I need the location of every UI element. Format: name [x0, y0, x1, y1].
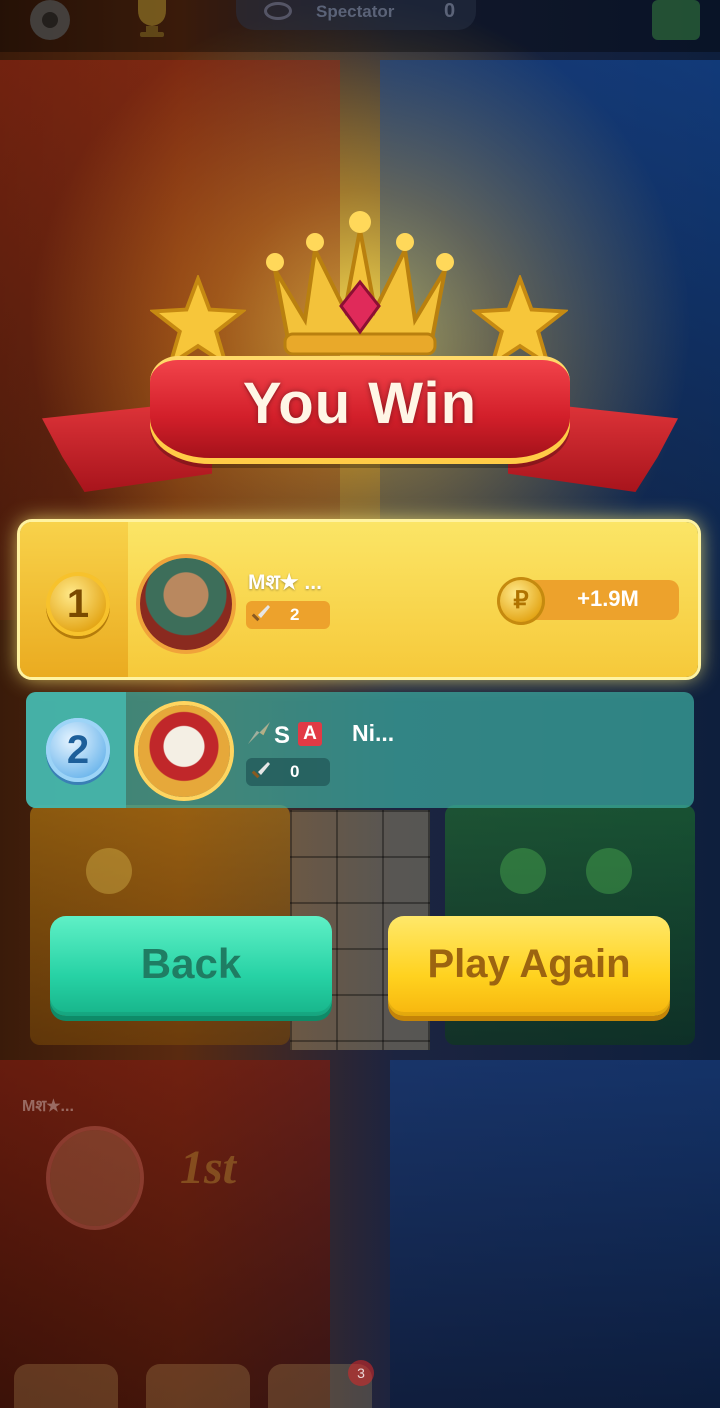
kills-badge: 0: [246, 758, 330, 786]
player-name: Mश★ ...: [248, 571, 322, 594]
emoji-icon[interactable]: [146, 1364, 250, 1408]
board-player-name: Mश★...: [22, 1098, 74, 1115]
crown-icon: [255, 210, 465, 360]
board-avatar: [50, 1130, 140, 1226]
avatar[interactable]: [138, 705, 230, 797]
kills-count: 0: [290, 762, 300, 781]
spectator-count: 0: [444, 0, 456, 22]
win-title: You Win: [242, 371, 478, 436]
name-badge-a: A: [298, 722, 322, 746]
back-button[interactable]: Back: [50, 916, 332, 1016]
chat-badge: 3: [348, 1360, 374, 1386]
coin-icon: ₽: [497, 577, 545, 625]
gear-icon[interactable]: [30, 0, 70, 40]
green-token-slot: [586, 848, 632, 894]
eye-icon: [264, 2, 292, 20]
blue-bottom-zone: [390, 1060, 720, 1408]
rank-badge: 2: [46, 718, 110, 782]
play-again-button[interactable]: Play Again: [388, 916, 670, 1016]
yellow-token-slot: [86, 848, 132, 894]
trophy-icon[interactable]: [124, 0, 180, 38]
sword-icon: [250, 604, 270, 624]
sword-icon: [250, 761, 270, 781]
mic-icon[interactable]: [14, 1364, 118, 1408]
rank-badge: 1: [46, 572, 110, 636]
reward-amount: +1.9M: [577, 586, 639, 611]
result-row-opponent: [26, 692, 694, 808]
map-icon[interactable]: [652, 0, 700, 40]
place-label: 1st: [180, 1141, 237, 1194]
kills-badge: 2: [246, 601, 330, 629]
name-badge-s: S: [274, 722, 291, 749]
kills-count: 2: [290, 605, 300, 624]
green-token-slot: [500, 848, 546, 894]
player-name: Ni...: [352, 720, 395, 746]
avatar[interactable]: [140, 558, 232, 650]
spectator-label: Spectator: [316, 2, 395, 21]
